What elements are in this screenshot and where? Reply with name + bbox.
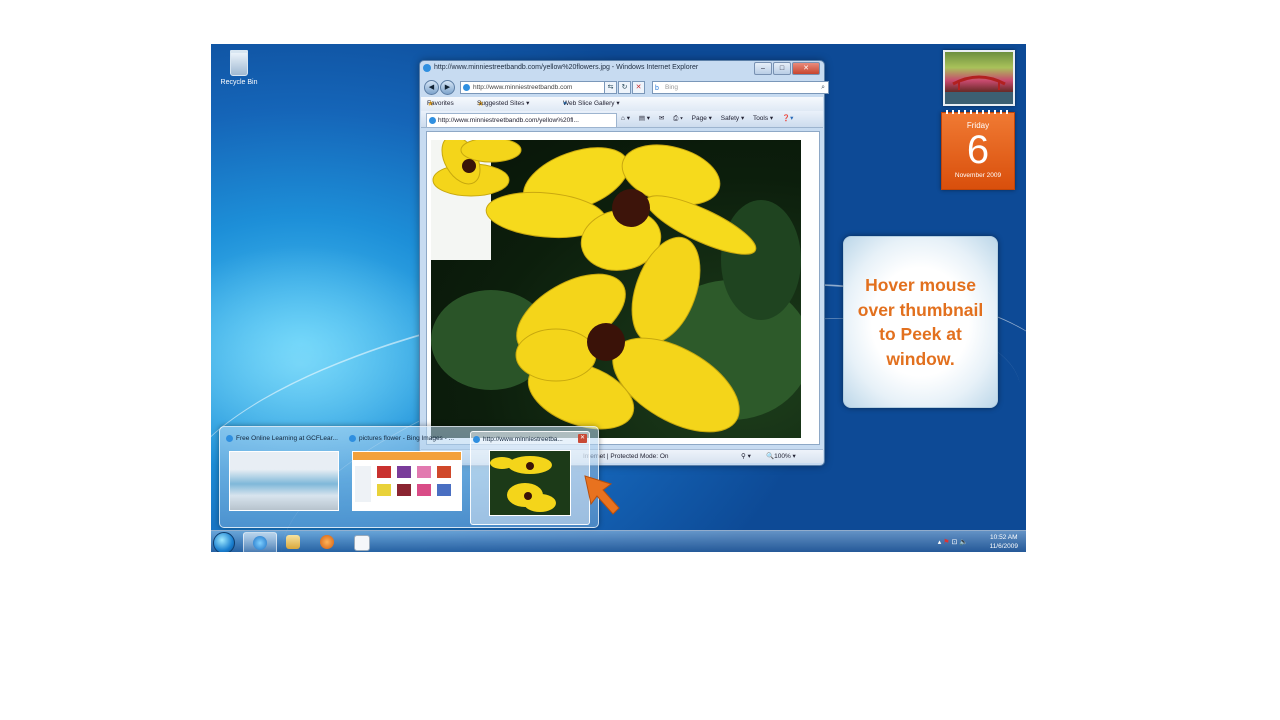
taskbar-media-player-button[interactable]: [311, 532, 343, 552]
volume-icon[interactable]: 🔈: [959, 539, 968, 546]
close-button[interactable]: ✕: [792, 62, 820, 75]
clock-time: 10:52 AM: [990, 534, 1018, 541]
help-icon[interactable]: ❓▾: [782, 115, 793, 122]
thumbnail-image: [489, 450, 571, 516]
thumbnail-title-text: Free Online Learning at GCFLear...: [236, 435, 338, 442]
zoom-level[interactable]: 🔍100% ▾: [766, 450, 796, 463]
zoom-value: 100%: [774, 453, 791, 460]
taskbar-solitaire-button[interactable]: [345, 532, 377, 552]
thumbnail-title-text: http://www.minniestreetba...: [483, 436, 563, 443]
page-menu[interactable]: Page ▾: [692, 115, 712, 122]
system-tray: ▴ ⚑ ⊡ 🔈: [938, 538, 968, 546]
cards-icon: [354, 535, 370, 551]
thumbnail-yellow-flowers[interactable]: http://www.minniestreetba... ✕: [470, 431, 590, 525]
window-title: http://www.minniestreetbandb.com/yellow%…: [434, 64, 699, 71]
thumbnail-image: [352, 451, 462, 511]
minimize-button[interactable]: –: [754, 62, 772, 75]
tab-title: http://www.minniestreetbandb.com/yellow%…: [438, 117, 579, 124]
tab-bar: http://www.minniestreetbandb.com/yellow%…: [421, 111, 823, 128]
command-bar: ⌂ ▾ ▤ ▾ ✉ ⎙ ▾ Page ▾ Safety ▾ Tools ▾ ❓▾: [621, 111, 800, 127]
search-placeholder: Bing: [665, 84, 679, 91]
thumbnail-gcflearnfree[interactable]: Free Online Learning at GCFLear...: [224, 431, 342, 523]
recycle-bin-icon[interactable]: Recycle Bin: [217, 50, 261, 86]
clock[interactable]: 10:52 AM 11/6/2009: [990, 533, 1018, 551]
media-player-icon: [320, 535, 334, 549]
trash-can-icon: [230, 50, 248, 76]
window-titlebar[interactable]: http://www.minniestreetbandb.com/yellow%…: [420, 61, 824, 80]
thumbnail-title: pictures flower - Bing Images - ...: [349, 433, 471, 445]
thumbnail-image: [229, 451, 339, 511]
print-icon[interactable]: ⎙ ▾: [673, 115, 683, 122]
window-controls: – □ ✕: [753, 62, 820, 75]
tab-page-icon: [429, 117, 436, 124]
ie-logo-icon: [423, 64, 431, 72]
address-bar[interactable]: http://www.minniestreetbandb.com: [460, 81, 612, 94]
thumbnail-bing-images[interactable]: pictures flower - Bing Images - ...: [347, 431, 465, 523]
feeds-icon[interactable]: ▤ ▾: [639, 115, 650, 122]
bing-grid-illustration: [353, 452, 461, 502]
ie-tab-icon: [473, 436, 480, 443]
taskbar-explorer-button[interactable]: [277, 532, 309, 552]
show-hidden-icons[interactable]: ▴: [938, 539, 942, 546]
ie-window[interactable]: http://www.minniestreetbandb.com/yellow%…: [419, 60, 829, 466]
maximize-button[interactable]: □: [773, 62, 791, 75]
tools-menu[interactable]: Tools ▾: [753, 115, 773, 122]
ie-tab-icon: [349, 435, 356, 442]
clock-date: 11/6/2009: [989, 543, 1018, 550]
calendar-rings: [946, 110, 1010, 114]
slideshow-gadget[interactable]: [943, 50, 1015, 106]
taskbar: ▴ ⚑ ⊡ 🔈 10:52 AM 11/6/2009: [211, 530, 1026, 552]
thumbnail-title: Free Online Learning at GCFLear...: [226, 433, 348, 445]
calendar-gadget[interactable]: Friday 6 November 2009: [941, 110, 1015, 190]
calendar-month: November 2009: [954, 172, 1002, 179]
network-icon[interactable]: ⊡: [951, 539, 957, 546]
home-icon[interactable]: ⌂ ▾: [621, 115, 630, 122]
action-center-icon[interactable]: ⚑: [943, 539, 949, 546]
protected-mode-icon[interactable]: ⚲ ▾: [741, 450, 751, 463]
folder-icon: [286, 535, 300, 549]
back-button[interactable]: ◀: [424, 80, 439, 95]
web-slice-label: Web Slice Gallery ▾: [563, 100, 620, 107]
search-input[interactable]: b Bing ⌕: [652, 81, 829, 94]
callout-text: Hover mouse over thumbnail to Peek at wi…: [857, 275, 984, 369]
start-button[interactable]: [213, 532, 235, 552]
thumbnail-title-text: pictures flower - Bing Images - ...: [359, 435, 455, 442]
yellow-flowers-image: [431, 140, 801, 438]
favorites-bar: ★ Favorites ★ Suggested Sites ▾ ● Web Sl…: [421, 97, 823, 111]
taskbar-thumbnail-preview: Free Online Learning at GCFLear... pictu…: [219, 426, 599, 528]
thumbnail-close-button[interactable]: ✕: [578, 434, 587, 443]
suggested-sites-label: Suggested Sites ▾: [477, 100, 530, 107]
instruction-callout: Hover mouse over thumbnail to Peek at wi…: [843, 236, 998, 408]
refresh-button[interactable]: ↻: [618, 81, 631, 94]
thumbnail-title: http://www.minniestreetba...: [473, 434, 595, 446]
forward-button[interactable]: ▶: [440, 80, 455, 95]
recycle-bin-label: Recycle Bin: [220, 79, 258, 86]
compat-view-button[interactable]: ⇆: [604, 81, 617, 94]
search-icon[interactable]: ⌕: [821, 82, 825, 93]
pointer-arrow-icon: [584, 475, 620, 515]
stop-button[interactable]: ✕: [632, 81, 645, 94]
calendar-date: 6: [966, 128, 990, 172]
desktop: Recycle Bin http://www.minniestreetbandb…: [211, 44, 1026, 552]
favorites-label: Favorites: [427, 100, 454, 107]
address-row: ◀ ▶ http://www.minniestreetbandb.com ⇆ ↻…: [424, 80, 829, 95]
bing-icon: b: [655, 85, 659, 92]
garden-bridge-photo: [945, 75, 1013, 104]
address-url: http://www.minniestreetbandb.com: [473, 84, 573, 91]
safety-menu[interactable]: Safety ▾: [721, 115, 745, 122]
mini-flowers-illustration: [490, 456, 556, 512]
browser-tab[interactable]: http://www.minniestreetbandb.com/yellow%…: [426, 113, 617, 127]
mail-icon[interactable]: ✉: [659, 115, 664, 122]
flowers-illustration: [431, 140, 801, 433]
ie-icon: [253, 536, 267, 550]
page-content[interactable]: [426, 131, 820, 445]
page-icon: [463, 84, 470, 91]
taskbar-ie-button[interactable]: [243, 532, 277, 552]
ie-tab-icon: [226, 435, 233, 442]
